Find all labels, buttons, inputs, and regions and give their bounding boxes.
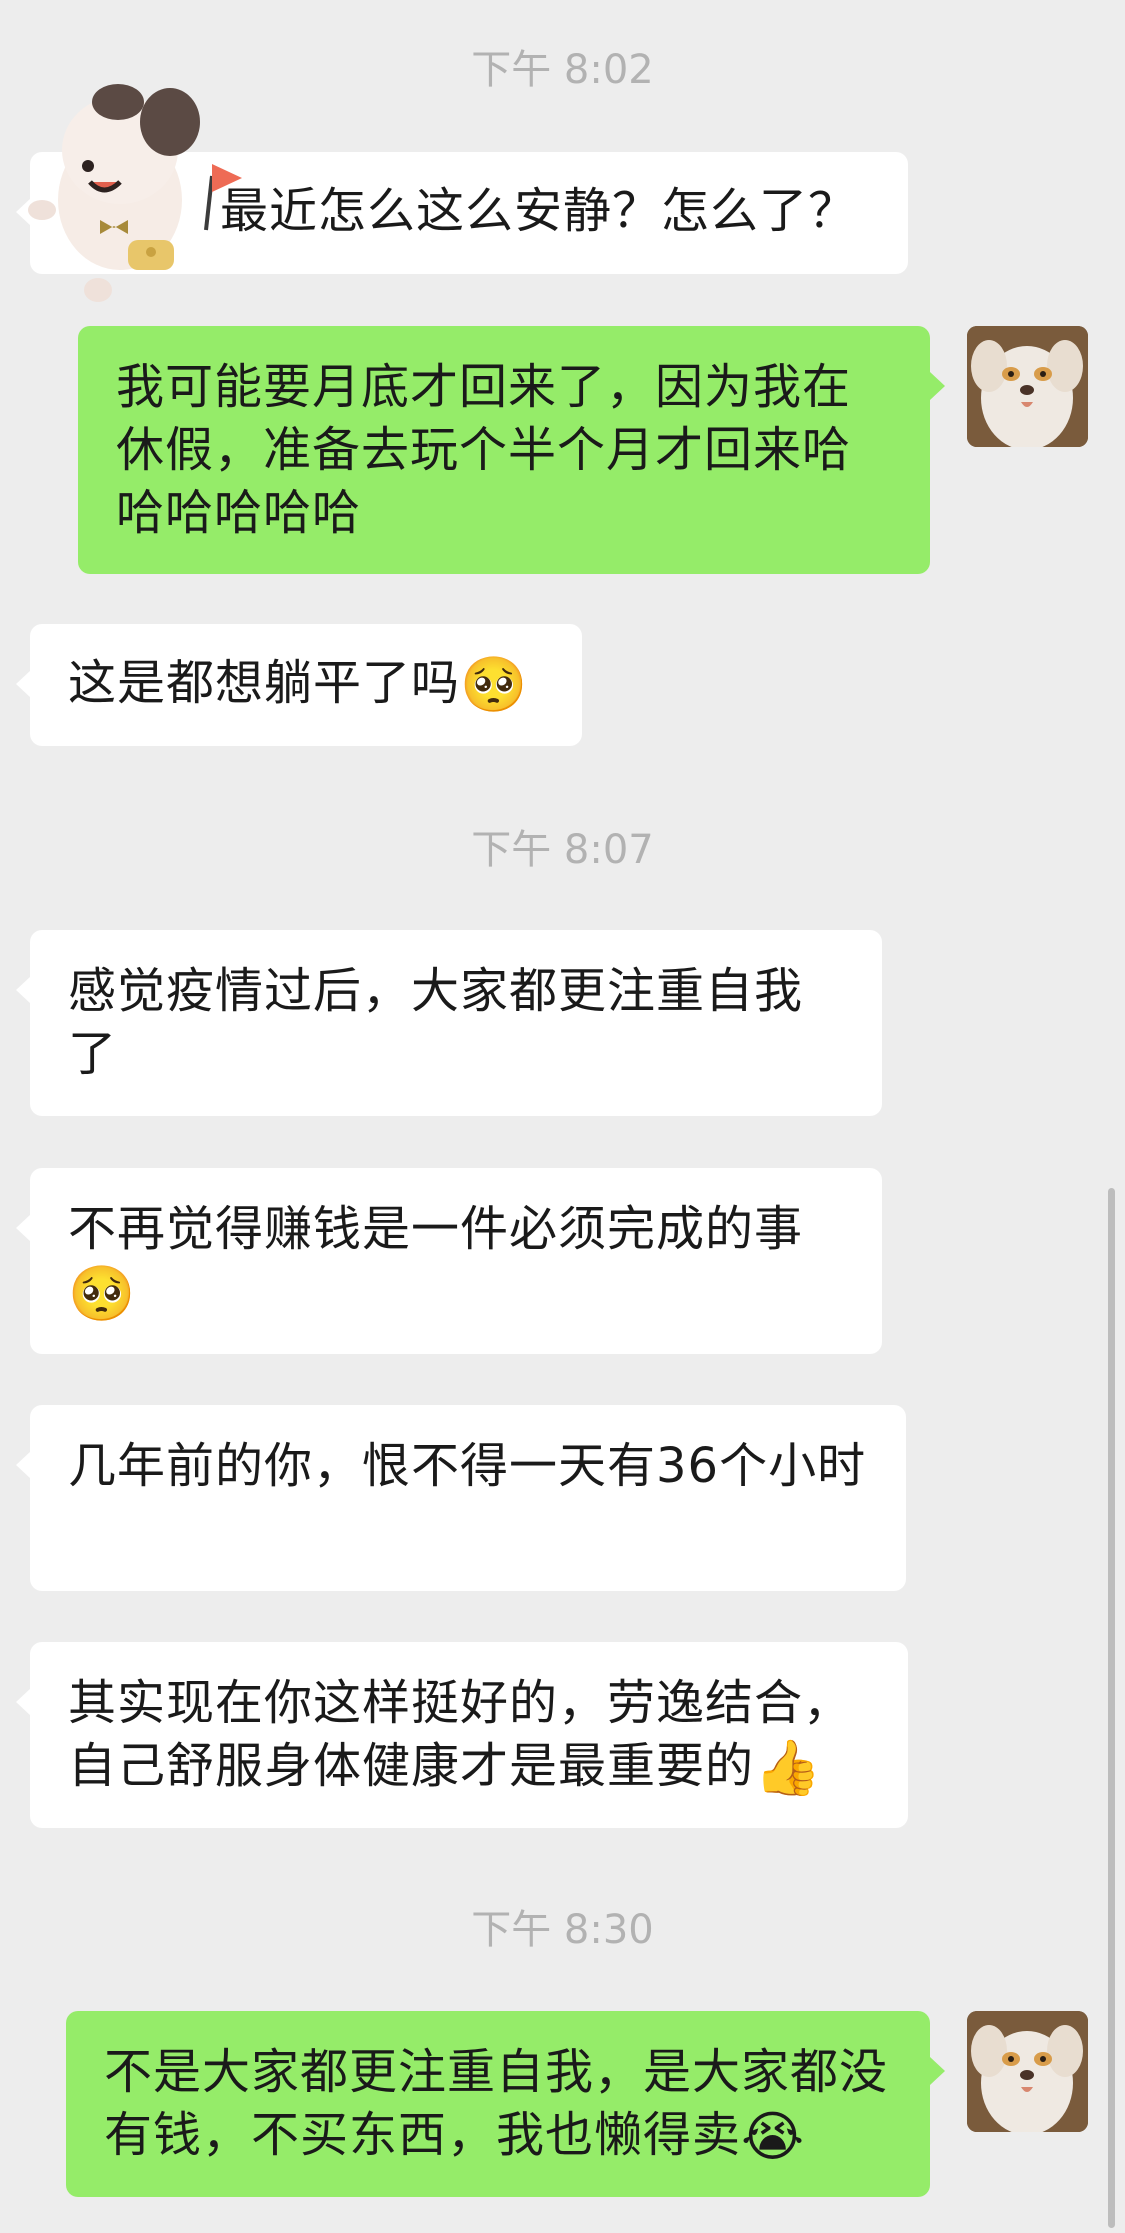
timestamp: 下午 8:07: [471, 827, 654, 873]
incoming-message[interactable]: 感觉疫情过后，大家都更注重自我了: [16, 930, 882, 1116]
dog-avatar-icon: [967, 326, 1088, 447]
dog-avatar-icon: [967, 2011, 1088, 2132]
dog-avatar[interactable]: [967, 326, 1088, 447]
incoming-message[interactable]: 几年前的你，恨不得一天有36个小时: [16, 1405, 906, 1591]
incoming-message[interactable]: 不再觉得赚钱是一件必须完成的事🥺: [16, 1168, 882, 1354]
message-text: 最近怎么这么安静？怎么了？: [220, 183, 858, 239]
incoming-message[interactable]: 其实现在你这样挺好的，劳逸结合，自己舒服身体健康才是最重要的👍: [16, 1642, 908, 1828]
dog-avatar[interactable]: [967, 2011, 1088, 2132]
message-text: 我可能要月底才回来了，因为我在休假，准备去玩个半个月才回来哈哈哈哈哈哈: [116, 359, 852, 541]
message-text: 感觉疫情过后，大家都更注重自我了: [68, 963, 804, 1082]
crying-face-emoji-icon: 😭: [741, 2105, 806, 2168]
message-text: 几年前的你，恨不得一天有36个小时: [68, 1438, 867, 1494]
message-text: 不再觉得赚钱是一件必须完成的事: [68, 1201, 804, 1257]
pleading-face-emoji-icon: 🥺: [68, 1262, 137, 1325]
outgoing-message[interactable]: 不是大家都更注重自我，是大家都没有钱，不买东西，我也懒得卖😭: [66, 2011, 945, 2197]
message-text: 这是都想躺平了吗: [68, 655, 461, 711]
outgoing-message[interactable]: 我可能要月底才回来了，因为我在休假，准备去玩个半个月才回来哈哈哈哈哈哈: [78, 326, 945, 574]
cartoon-dog-sticker-icon: [28, 84, 242, 302]
thumbs-up-emoji-icon: 👍: [754, 1736, 823, 1799]
timestamp: 下午 8:30: [471, 1907, 654, 1953]
incoming-message[interactable]: 这是都想躺平了吗🥺: [16, 624, 582, 746]
pleading-face-emoji-icon: 🥺: [460, 653, 529, 716]
message-text: 其实现在你这样挺好的，劳逸结合，自己舒服身体健康才是最重要的: [68, 1675, 853, 1794]
scrollbar[interactable]: [1108, 1188, 1115, 2228]
